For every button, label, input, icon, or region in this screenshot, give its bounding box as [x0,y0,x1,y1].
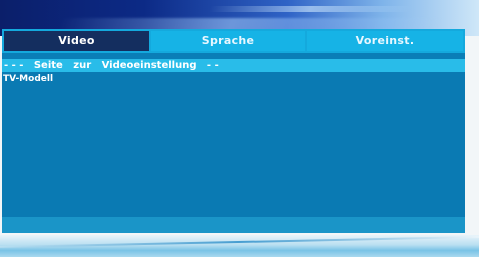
osd-menu-panel: Video Sprache Voreinst. - - - Seite zur … [2,29,465,233]
tab-video[interactable]: Video [4,31,149,51]
tab-bar: Video Sprache Voreinst. [2,29,465,53]
tab-voreinst[interactable]: Voreinst. [307,31,463,51]
settings-list: TV-Modell [2,72,465,217]
bottom-wave-decoration [0,235,479,257]
light-streak-decoration-small [209,6,411,12]
wave-line-decoration [0,235,479,249]
menu-item-tv-modell[interactable]: TV-Modell [3,74,53,84]
tab-sprache[interactable]: Sprache [151,31,305,51]
section-header: - - - Seite zur Videoeinstellung - - [2,59,465,72]
footer-bar [2,217,465,233]
